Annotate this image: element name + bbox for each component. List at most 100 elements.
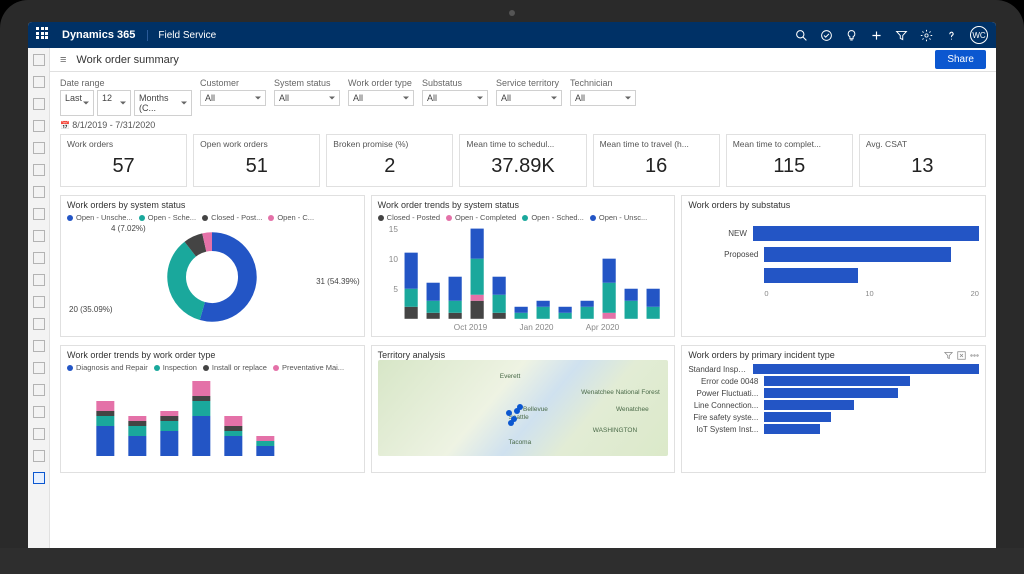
app-header: Dynamics 365 Field Service WC: [28, 22, 996, 48]
map-label: Bellevue: [523, 406, 548, 413]
legend-item[interactable]: Open - Sched...: [522, 213, 584, 222]
card-title: Work orders by system status: [67, 200, 358, 210]
nav-icon-17[interactable]: [33, 406, 45, 418]
collapse-rail-icon[interactable]: ≡: [60, 54, 66, 66]
filter-substatus[interactable]: All: [422, 90, 488, 106]
legend-item[interactable]: Install or replace: [203, 363, 267, 372]
nav-workorder-summary-icon[interactable]: [33, 472, 45, 484]
lightbulb-icon[interactable]: [845, 29, 858, 42]
nav-icon-12[interactable]: [33, 296, 45, 308]
stacked-bar-chart-2: [67, 372, 358, 458]
nav-icon-19[interactable]: [33, 450, 45, 462]
legend-item[interactable]: Preventative Mai...: [273, 363, 344, 372]
map-label: Tacoma: [508, 439, 531, 446]
legend-item[interactable]: Closed - Post...: [202, 213, 262, 222]
svg-text:Oct 2019: Oct 2019: [453, 323, 487, 332]
donut-label-2: 20 (35.09%): [69, 305, 113, 314]
card-filter-icon[interactable]: [944, 351, 953, 360]
donut-chart: 31 (54.39%) 20 (35.09%) 4 (7.02%): [67, 222, 358, 332]
nav-icon-11[interactable]: [33, 274, 45, 286]
nav-icon-18[interactable]: [33, 428, 45, 440]
filter-label-substatus: Substatus: [422, 78, 488, 88]
nav-icon-3[interactable]: [33, 98, 45, 110]
nav-icon-5[interactable]: [33, 142, 45, 154]
nav-home-icon[interactable]: [33, 54, 45, 66]
kpi-value: 57: [67, 155, 180, 178]
kpi-value: 2: [333, 155, 446, 178]
card-title: Work orders by primary incident type: [688, 350, 834, 360]
filter-label-territory: Service territory: [496, 78, 562, 88]
hbar-label: Line Connection...: [688, 401, 758, 410]
kpi-value: 13: [866, 155, 979, 178]
filter-label-systemstatus: System status: [274, 78, 340, 88]
legend-item[interactable]: Inspection: [154, 363, 197, 372]
nav-icon-15[interactable]: [33, 362, 45, 374]
hbar-label: IoT System Inst...: [688, 425, 758, 434]
svg-text:5: 5: [393, 285, 398, 294]
app-launcher-icon[interactable]: [36, 27, 52, 43]
legend-item[interactable]: Closed - Posted: [378, 213, 440, 222]
hbar-row: Error code 0048: [688, 376, 979, 386]
filter-daterange-unit[interactable]: Months (C...: [134, 90, 192, 116]
filter-territory[interactable]: All: [496, 90, 562, 106]
hbar-label: Proposed: [688, 250, 758, 259]
filter-daterange-num[interactable]: 12: [97, 90, 131, 116]
card-workorders-by-status: Work orders by system status Open - Unsc…: [60, 195, 365, 337]
filter-icon[interactable]: [895, 29, 908, 42]
card-trends-by-type: Work order trends by work order type Dia…: [60, 345, 365, 473]
legend-item[interactable]: Open - C...: [268, 213, 314, 222]
nav-icon-16[interactable]: [33, 384, 45, 396]
hbar-row: Power Fluctuati...: [688, 388, 979, 398]
nav-icon-7[interactable]: [33, 186, 45, 198]
help-icon[interactable]: [945, 29, 958, 42]
hbar-row: [688, 268, 979, 283]
nav-icon-8[interactable]: [33, 208, 45, 220]
map-label: Everett: [500, 373, 521, 380]
nav-icon-14[interactable]: [33, 340, 45, 352]
hbar: [764, 400, 853, 410]
nav-icon-6[interactable]: [33, 164, 45, 176]
axis-tick: 0: [764, 289, 768, 298]
card-workorders-by-incident: Work orders by primary incident type Sta…: [681, 345, 986, 473]
legend-item[interactable]: Open - Unsc...: [590, 213, 647, 222]
filter-technician[interactable]: All: [570, 90, 636, 106]
map-label: Wenatchee National Forest: [581, 389, 660, 396]
kpi-value: 16: [600, 155, 713, 178]
card-more-icon[interactable]: [970, 351, 979, 360]
kpi-value: 37.89K: [466, 155, 579, 178]
kpi-card: Work orders57: [60, 134, 187, 187]
territory-map[interactable]: EverettBellevueSeattleTacomaWenatchee Na…: [378, 360, 669, 456]
task-icon[interactable]: [820, 29, 833, 42]
hbar: [764, 388, 898, 398]
filter-daterange-last[interactable]: Last: [60, 90, 94, 116]
kpi-label: Mean time to schedul...: [466, 139, 579, 149]
filter-customer[interactable]: All: [200, 90, 266, 106]
map-label: Wenatchee: [616, 406, 649, 413]
nav-icon-13[interactable]: [33, 318, 45, 330]
filter-systemstatus[interactable]: All: [274, 90, 340, 106]
user-avatar[interactable]: WC: [970, 26, 988, 44]
legend-item[interactable]: Open - Completed: [446, 213, 516, 222]
hbar: [764, 424, 820, 434]
search-icon[interactable]: [795, 29, 808, 42]
donut-label-1: 31 (54.39%): [316, 277, 360, 286]
axis-tick: 20: [971, 289, 979, 298]
map-label: WASHINGTON: [593, 427, 637, 434]
kpi-label: Mean time to travel (h...: [600, 139, 713, 149]
plus-icon[interactable]: [870, 29, 883, 42]
nav-icon-9[interactable]: [33, 230, 45, 242]
hbar-label: NEW: [688, 229, 747, 238]
nav-icon-4[interactable]: [33, 120, 45, 132]
card-title: Work orders by substatus: [688, 200, 979, 210]
card-focus-icon[interactable]: [957, 351, 966, 360]
nav-icon-10[interactable]: [33, 252, 45, 264]
hbar-label: Error code 0048: [688, 377, 758, 386]
legend-item[interactable]: Open - Sche...: [139, 213, 196, 222]
nav-icon-2[interactable]: [33, 76, 45, 88]
settings-icon[interactable]: [920, 29, 933, 42]
legend-item[interactable]: Diagnosis and Repair: [67, 363, 148, 372]
share-button[interactable]: Share: [935, 50, 986, 69]
legend-item[interactable]: Open - Unsche...: [67, 213, 133, 222]
hbar: [753, 226, 979, 241]
filter-wotype[interactable]: All: [348, 90, 414, 106]
